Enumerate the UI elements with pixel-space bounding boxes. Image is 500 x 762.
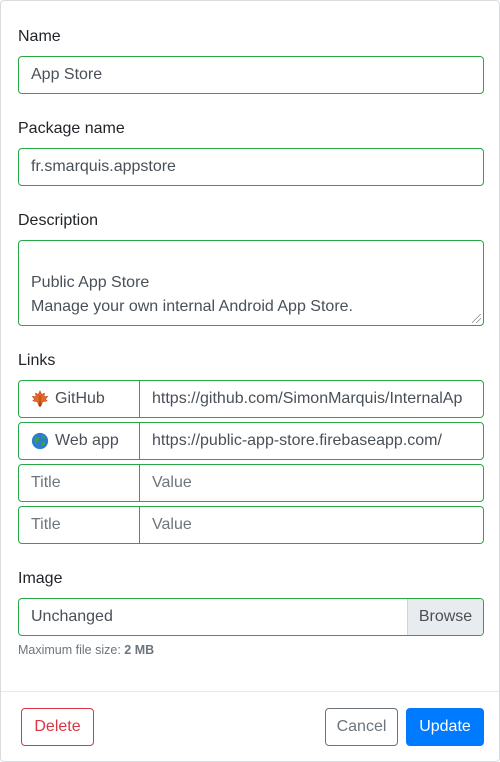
link-value-input[interactable]: Value xyxy=(139,464,484,502)
cancel-button[interactable]: Cancel xyxy=(325,708,398,746)
image-file-value: Unchanged xyxy=(31,608,113,625)
description-label: Description xyxy=(18,212,99,229)
name-input[interactable] xyxy=(18,56,484,94)
name-label: Name xyxy=(18,28,61,45)
link-value-placeholder: Value xyxy=(152,474,192,491)
link-row: Title Value xyxy=(18,506,484,544)
link-value-input[interactable]: Value xyxy=(139,506,484,544)
delete-button[interactable]: Delete xyxy=(21,708,94,746)
file-size-limit: 2 MB xyxy=(124,643,155,657)
file-size-help-prefix: Maximum file size: xyxy=(18,643,125,657)
browse-button[interactable]: Browse xyxy=(407,599,483,635)
link-title-input[interactable]: GitHub xyxy=(18,380,140,418)
description-text: Public App Store Manage your own interna… xyxy=(31,274,353,315)
link-row: Web app https://public-app-store.firebas… xyxy=(18,422,484,460)
link-row: Title Value xyxy=(18,464,484,502)
image-label: Image xyxy=(18,570,63,587)
link-title-placeholder: Title xyxy=(31,474,61,491)
image-file-input[interactable]: Unchanged Browse xyxy=(18,598,484,636)
package-name-input[interactable] xyxy=(18,148,484,186)
link-title-placeholder: Title xyxy=(31,516,61,533)
file-size-help: Maximum file size: 2 MB xyxy=(18,643,154,657)
link-value-text: https://public-app-store.firebaseapp.com… xyxy=(152,432,442,449)
update-button[interactable]: Update xyxy=(406,708,484,746)
link-title-text: GitHub xyxy=(55,390,105,407)
edit-app-card: Name Package name Description Public App… xyxy=(0,0,500,762)
link-value-input[interactable]: https://github.com/SimonMarquis/Internal… xyxy=(139,380,484,418)
description-textarea[interactable]: Public App Store Manage your own interna… xyxy=(18,240,484,326)
link-title-text: Web app xyxy=(55,432,119,449)
link-row: GitHub https://github.com/SimonMarquis/I… xyxy=(18,380,484,418)
link-value-text: https://github.com/SimonMarquis/Internal… xyxy=(152,390,463,407)
link-value-input[interactable]: https://public-app-store.firebaseapp.com… xyxy=(139,422,484,460)
package-name-label: Package name xyxy=(18,120,125,137)
link-title-input[interactable]: Web app xyxy=(18,422,140,460)
link-title-input[interactable]: Title xyxy=(18,464,140,502)
link-title-input[interactable]: Title xyxy=(18,506,140,544)
links-label: Links xyxy=(18,352,56,369)
maple-leaf-emoji-icon xyxy=(31,390,49,408)
card-footer: Delete Cancel Update xyxy=(1,691,499,762)
resize-grip-icon[interactable] xyxy=(472,314,481,323)
globe-emoji-icon xyxy=(31,432,49,450)
link-value-placeholder: Value xyxy=(152,516,192,533)
